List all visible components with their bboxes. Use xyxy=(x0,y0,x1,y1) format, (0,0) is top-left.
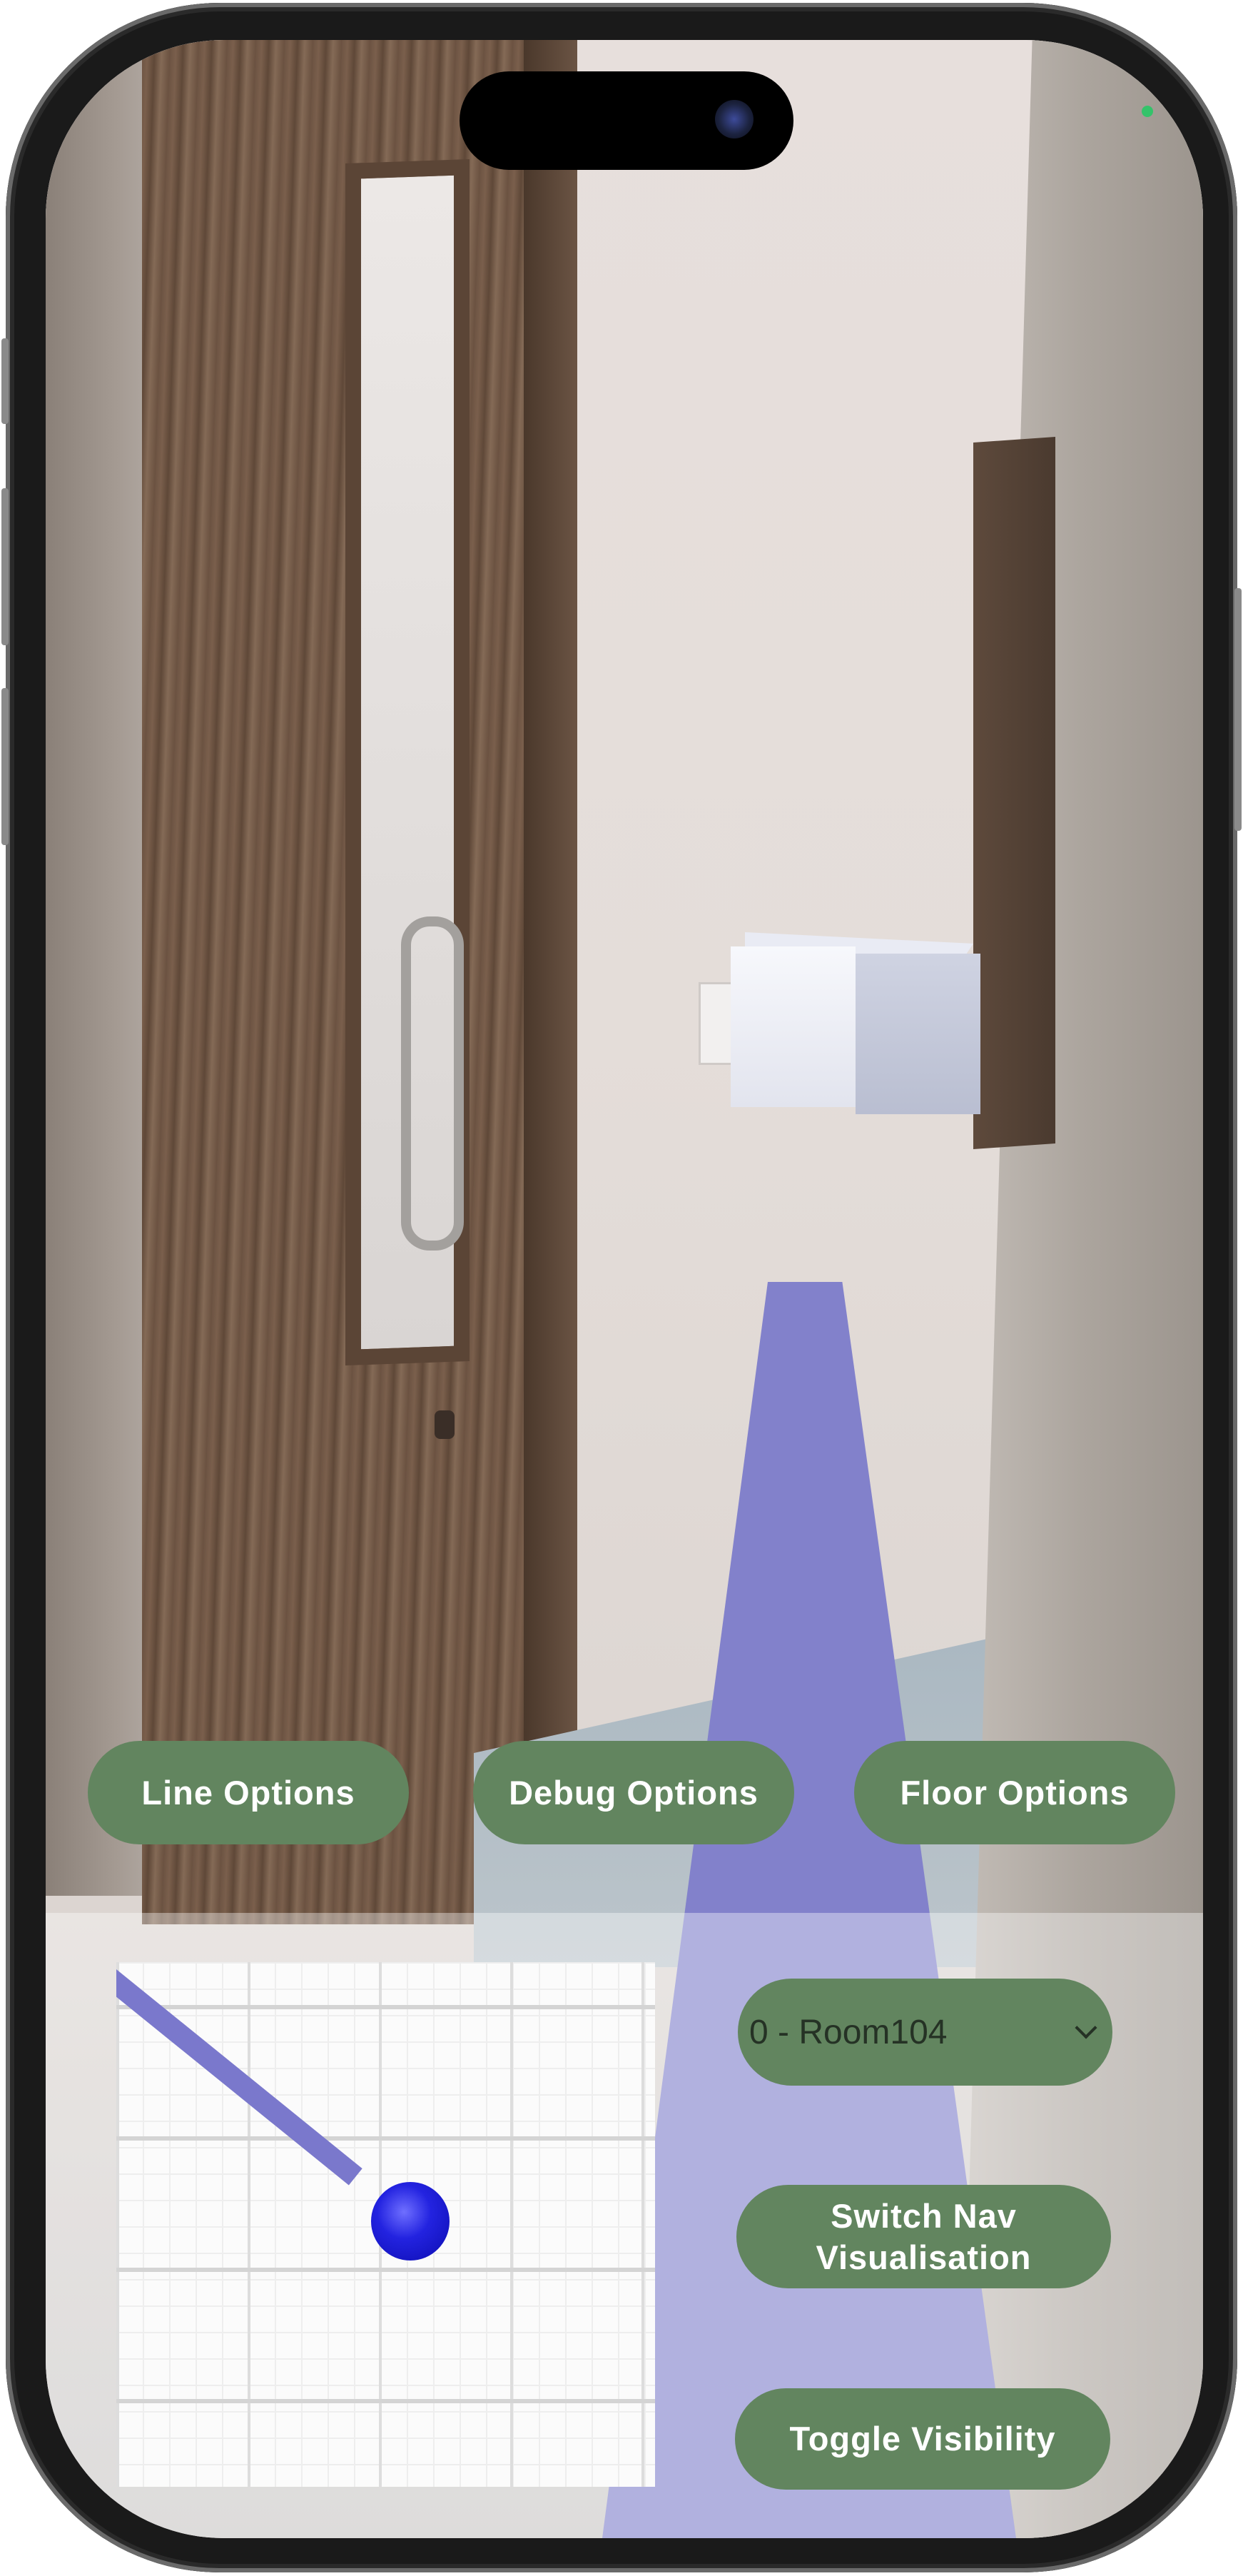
toggle-visibility-button[interactable]: Toggle Visibility xyxy=(735,2388,1110,2490)
minimap[interactable] xyxy=(116,1962,655,2487)
destination-select-value: 0 - Room104 xyxy=(749,2013,948,2051)
camera-door-handle xyxy=(401,916,464,1251)
screen: Line Options Debug Options Floor Options… xyxy=(46,40,1203,2538)
volume-up-button xyxy=(1,488,9,645)
debug-options-button[interactable]: Debug Options xyxy=(473,1741,794,1844)
camera-wall-panel xyxy=(973,436,1055,1150)
dynamic-island xyxy=(460,71,793,170)
ar-target-cube-side xyxy=(856,954,980,1114)
switch-nav-visualisation-button[interactable]: Switch Nav Visualisation xyxy=(736,2185,1111,2288)
minimap-path-line xyxy=(116,1962,362,2186)
switch-nav-label-line2: Visualisation xyxy=(816,2238,1032,2276)
chevron-down-icon xyxy=(1075,2016,1097,2039)
destination-select[interactable]: 0 - Room104 xyxy=(738,1979,1112,2086)
phone-frame: Line Options Debug Options Floor Options… xyxy=(1,3,1242,2572)
camera-door-lock xyxy=(435,1410,455,1439)
floor-options-button[interactable]: Floor Options xyxy=(854,1741,1175,1844)
switch-nav-label-line1: Switch Nav xyxy=(831,2196,1017,2235)
front-camera-icon xyxy=(715,100,754,138)
power-button xyxy=(1234,588,1242,831)
action-button xyxy=(1,338,9,424)
minimap-user-position-marker xyxy=(371,2182,450,2261)
volume-down-button xyxy=(1,688,9,845)
line-options-button[interactable]: Line Options xyxy=(88,1741,409,1844)
ar-target-cube xyxy=(731,946,856,1107)
privacy-indicator-icon xyxy=(1142,106,1153,117)
camera-door-edge xyxy=(524,40,577,1924)
